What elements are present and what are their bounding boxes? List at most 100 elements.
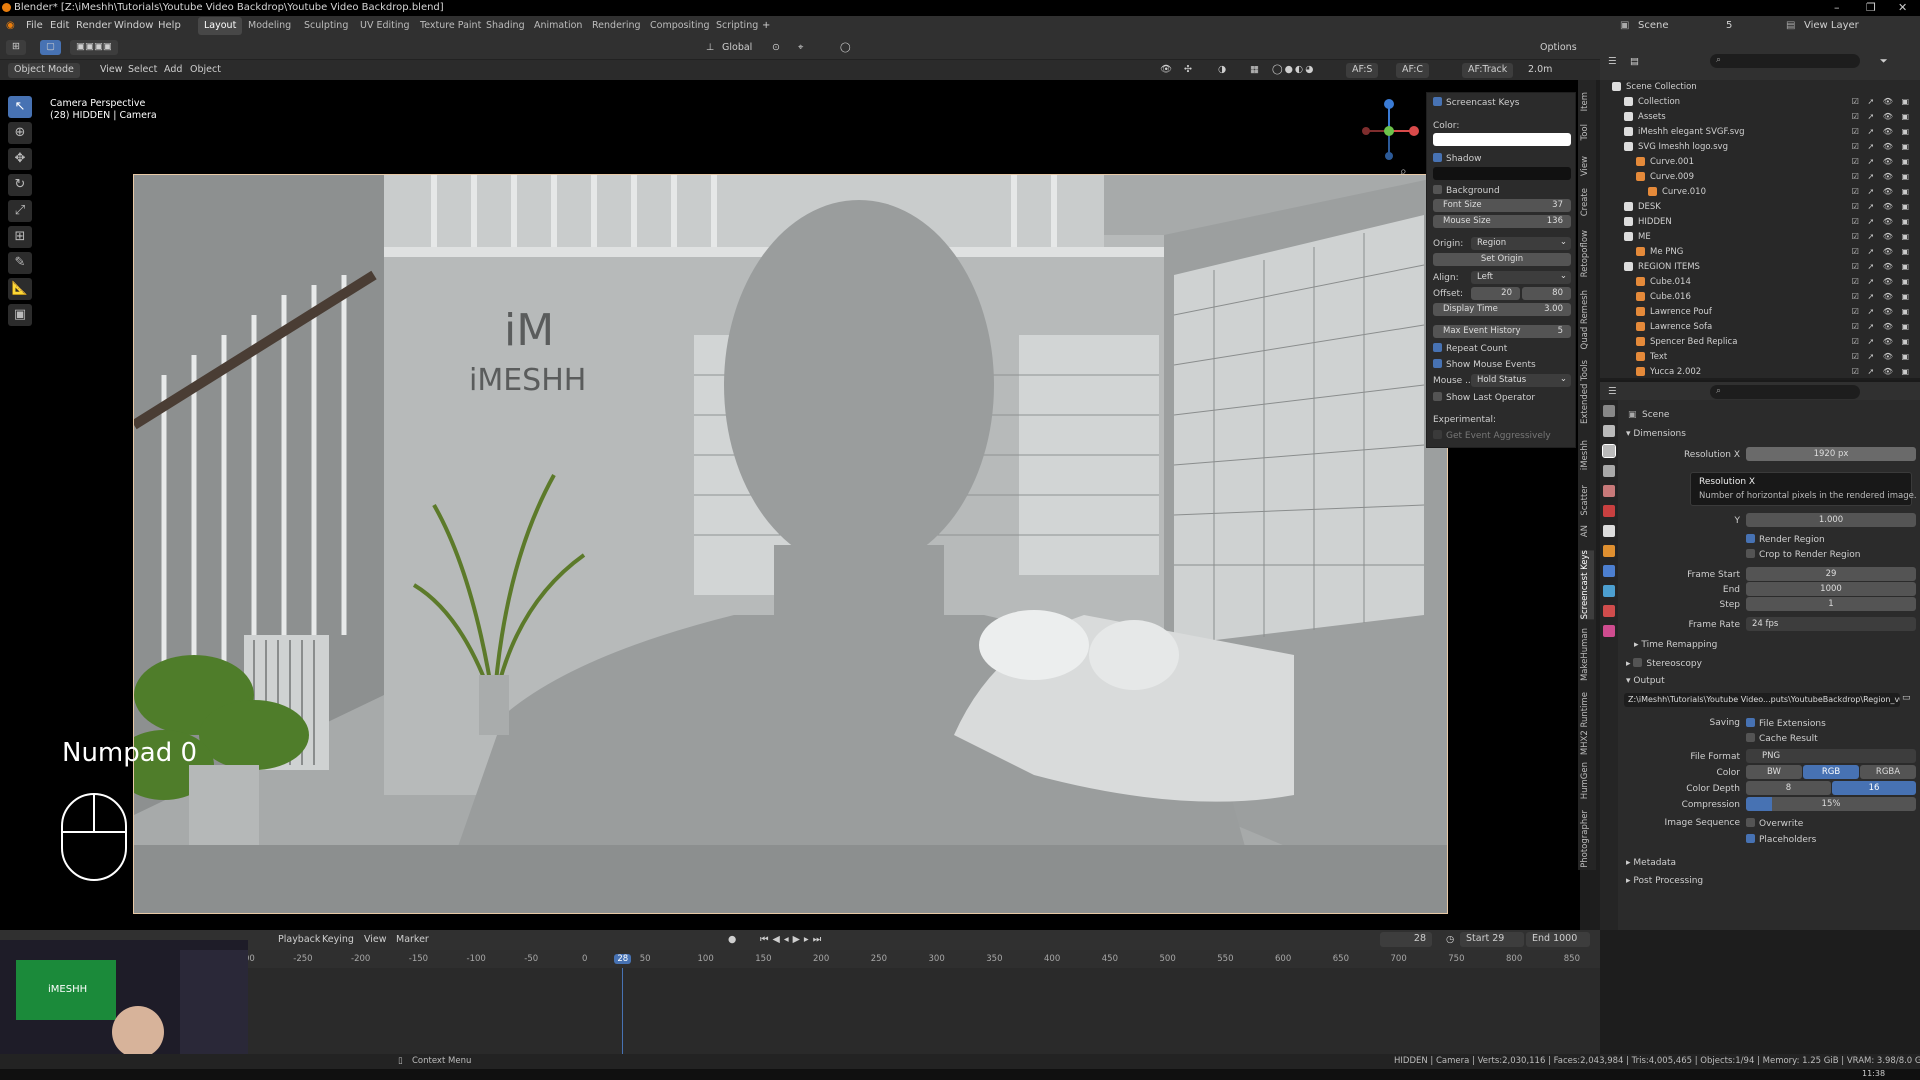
visibility-toggles-icon[interactable]: ☑ ➚ 👁 ▣ bbox=[1852, 367, 1912, 376]
tab-compositing[interactable]: Compositing bbox=[644, 17, 716, 35]
visibility-toggles-icon[interactable]: ☑ ➚ 👁 ▣ bbox=[1852, 157, 1912, 166]
metadata-panel[interactable]: ▸ Metadata bbox=[1626, 858, 1676, 868]
origin-dropdown[interactable]: Region ⌄ bbox=[1471, 237, 1571, 250]
menu-marker[interactable]: Marker bbox=[396, 934, 429, 945]
visibility-toggles-icon[interactable]: ☑ ➚ 👁 ▣ bbox=[1852, 247, 1912, 256]
menu-edit[interactable]: Edit bbox=[50, 20, 69, 31]
visibility-toggles-icon[interactable]: ☑ ➚ 👁 ▣ bbox=[1852, 262, 1912, 271]
pivot-icon[interactable]: ⊙ bbox=[772, 42, 780, 53]
collection-properties-icon[interactable] bbox=[1603, 525, 1615, 537]
font-size-field[interactable]: Font Size 37 bbox=[1433, 199, 1571, 212]
aspect-y-field[interactable]: 1.000 bbox=[1746, 513, 1916, 527]
color-bw-button[interactable]: BW bbox=[1746, 765, 1802, 779]
tab-humgen[interactable]: HumGen bbox=[1580, 762, 1594, 799]
playhead-line[interactable] bbox=[622, 968, 624, 1054]
minimize-icon[interactable]: – bbox=[1834, 1, 1840, 14]
outliner-row[interactable]: SVG Imeshh logo.svg ☑ ➚ 👁 ▣ bbox=[1600, 140, 1920, 155]
overwrite-checkbox[interactable] bbox=[1746, 818, 1755, 827]
af-track-button[interactable]: AF:Track bbox=[1462, 63, 1514, 78]
add-workspace-icon[interactable]: + bbox=[762, 20, 770, 31]
snap-icon[interactable]: ⌖ bbox=[798, 42, 803, 53]
shading-mode-icons[interactable]: ◯●◐◕ bbox=[1272, 64, 1316, 75]
select-tool-icon[interactable]: ↖ bbox=[8, 96, 32, 118]
select-box-tool-icon[interactable]: ▢ bbox=[40, 40, 61, 55]
shadow-checkbox[interactable] bbox=[1433, 153, 1442, 162]
outliner-row[interactable]: Text ☑ ➚ 👁 ▣ bbox=[1600, 350, 1920, 365]
folder-icon[interactable]: ▭ bbox=[1902, 693, 1911, 703]
visibility-toggles-icon[interactable]: ☑ ➚ 👁 ▣ bbox=[1852, 112, 1912, 121]
view-layer-name[interactable]: View Layer bbox=[1804, 20, 1859, 31]
frame-start-field[interactable]: 29 bbox=[1746, 567, 1916, 581]
tab-create[interactable]: Create bbox=[1580, 188, 1594, 216]
tab-photographer[interactable]: Photographer bbox=[1580, 810, 1594, 868]
gizmo-icon[interactable]: ✣ bbox=[1184, 64, 1192, 75]
menu-add[interactable]: Add bbox=[164, 64, 182, 75]
cursor-tool-icon[interactable]: ⊕ bbox=[8, 122, 32, 144]
orientation-icon[interactable]: ⊥ bbox=[706, 42, 714, 53]
depth-8-button[interactable]: 8 bbox=[1746, 781, 1831, 795]
shadow-color-swatch[interactable] bbox=[1433, 167, 1571, 180]
output-path-input[interactable]: Z:\iMeshh\Tutorials\Youtube Video...puts… bbox=[1624, 693, 1900, 707]
menu-help[interactable]: Help bbox=[158, 20, 181, 31]
menu-view[interactable]: View bbox=[100, 64, 123, 75]
annotate-tool-icon[interactable]: ✎ bbox=[8, 252, 32, 274]
maximize-icon[interactable]: ❐ bbox=[1866, 1, 1876, 14]
add-cube-tool-icon[interactable]: ▣ bbox=[8, 304, 32, 326]
tab-texture-paint[interactable]: Texture Paint bbox=[414, 17, 487, 35]
outliner-row[interactable]: Collection ☑ ➚ 👁 ▣ bbox=[1600, 95, 1920, 110]
physics-properties-icon[interactable] bbox=[1603, 585, 1615, 597]
visibility-toggles-icon[interactable]: ☑ ➚ 👁 ▣ bbox=[1852, 292, 1912, 301]
outliner-row[interactable]: Curve.001 ☑ ➚ 👁 ▣ bbox=[1600, 155, 1920, 170]
visibility-toggles-icon[interactable]: ☑ ➚ 👁 ▣ bbox=[1852, 127, 1912, 136]
outliner-search-input[interactable]: ⌕ bbox=[1710, 54, 1860, 68]
display-mode-icon[interactable]: ▤ bbox=[1630, 56, 1639, 67]
file-extensions-checkbox[interactable] bbox=[1746, 718, 1755, 727]
view-layer-properties-icon[interactable] bbox=[1603, 465, 1615, 477]
3d-viewport[interactable]: Camera Perspective (28) HIDDEN | Camera … bbox=[0, 80, 1580, 930]
menu-file[interactable]: File bbox=[26, 20, 43, 31]
stereoscopy-checkbox[interactable] bbox=[1633, 658, 1643, 667]
dimensions-panel-header[interactable]: ▾ Dimensions bbox=[1626, 429, 1686, 439]
display-time-field[interactable]: Display Time 3.00 bbox=[1433, 303, 1571, 316]
depth-16-button[interactable]: 16 bbox=[1832, 781, 1916, 795]
outliner-row[interactable]: Cube.016 ☑ ➚ 👁 ▣ bbox=[1600, 290, 1920, 305]
properties-search-input[interactable]: ⌕ bbox=[1710, 385, 1860, 399]
view-layer-icon[interactable]: ▤ bbox=[1786, 20, 1795, 31]
frame-end-field[interactable]: 1000 bbox=[1746, 582, 1916, 596]
visibility-toggles-icon[interactable]: ☑ ➚ 👁 ▣ bbox=[1852, 232, 1912, 241]
end-frame-field[interactable]: End 1000 bbox=[1526, 932, 1590, 947]
blender-menu-icon[interactable]: ◉ bbox=[6, 20, 15, 31]
overlay-icon[interactable]: ◑ bbox=[1218, 64, 1226, 75]
object-mode-dropdown[interactable]: Object Mode bbox=[8, 63, 80, 78]
scene-properties-icon[interactable] bbox=[1603, 485, 1615, 497]
file-format-dropdown[interactable]: PNG bbox=[1746, 749, 1916, 763]
rotate-tool-icon[interactable]: ↻ bbox=[8, 174, 32, 196]
placeholders-checkbox[interactable] bbox=[1746, 834, 1755, 843]
outliner-editor-icon[interactable]: ☰ bbox=[1608, 56, 1617, 67]
tab-layout[interactable]: Layout bbox=[198, 17, 243, 35]
playback-controls-icons[interactable]: ⏮◀◂▶▸⏭ bbox=[760, 934, 825, 945]
visibility-toggles-icon[interactable]: ☑ ➚ 👁 ▣ bbox=[1852, 322, 1912, 331]
constraint-properties-icon[interactable] bbox=[1603, 605, 1615, 617]
tab-mhx2-runtime[interactable]: MHX2 Runtime bbox=[1580, 692, 1594, 755]
output-panel-header[interactable]: ▾ Output bbox=[1626, 676, 1665, 686]
outliner-row[interactable]: Me PNG ☑ ➚ 👁 ▣ bbox=[1600, 245, 1920, 260]
tab-tool[interactable]: Tool bbox=[1580, 124, 1594, 141]
menu-keying[interactable]: Keying bbox=[322, 934, 354, 945]
outliner-row[interactable]: REGION ITEMS ☑ ➚ 👁 ▣ bbox=[1600, 260, 1920, 275]
outliner-row[interactable]: Spencer Bed Replica ☑ ➚ 👁 ▣ bbox=[1600, 335, 1920, 350]
menu-window[interactable]: Window bbox=[114, 20, 153, 31]
tool-properties-icon[interactable] bbox=[1603, 405, 1615, 417]
visibility-toggles-icon[interactable]: ☑ ➚ 👁 ▣ bbox=[1852, 202, 1912, 211]
resolution-x-field[interactable]: 1920 px bbox=[1746, 447, 1916, 461]
mouse-status-dropdown[interactable]: Hold Status ⌄ bbox=[1471, 374, 1571, 387]
outliner-row[interactable]: Curve.010 ☑ ➚ 👁 ▣ bbox=[1600, 185, 1920, 200]
clock-icon[interactable]: ◷ bbox=[1446, 934, 1454, 945]
frame-rate-dropdown[interactable]: 24 fps bbox=[1746, 617, 1916, 631]
tab-item[interactable]: Item bbox=[1580, 92, 1594, 111]
af-c-button[interactable]: AF:C bbox=[1396, 63, 1430, 78]
tab-an[interactable]: AN bbox=[1580, 525, 1594, 537]
menu-view-timeline[interactable]: View bbox=[364, 934, 387, 945]
visibility-toggles-icon[interactable]: ☑ ➚ 👁 ▣ bbox=[1852, 217, 1912, 226]
tab-imeshh[interactable]: iMeshh bbox=[1580, 440, 1594, 470]
